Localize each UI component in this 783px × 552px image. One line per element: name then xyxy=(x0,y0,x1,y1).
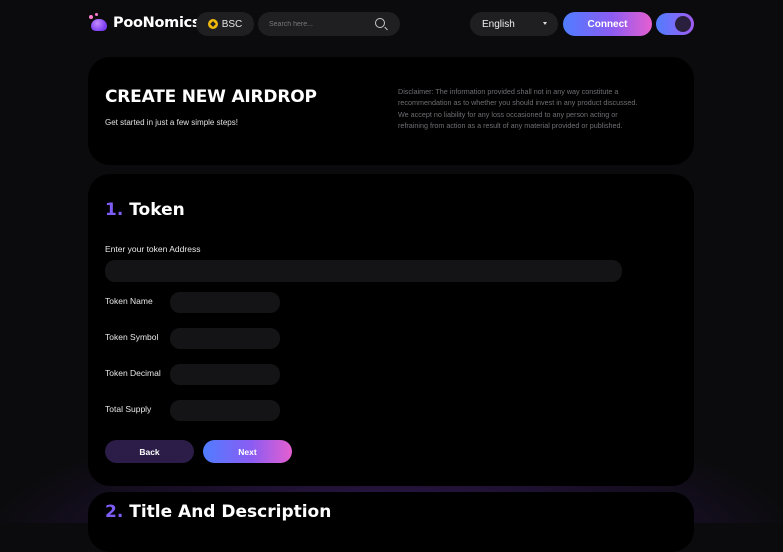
page-title: CREATE NEW AIRDROP xyxy=(105,87,317,107)
step-label: Token xyxy=(129,200,185,220)
next-button[interactable]: Next xyxy=(203,440,292,463)
connect-button[interactable]: Connect xyxy=(563,12,652,36)
token-name-input[interactable] xyxy=(170,292,280,313)
step-number: 1. xyxy=(105,200,124,220)
toggle-knob xyxy=(675,16,691,32)
chain-label: BSC xyxy=(221,18,243,30)
total-supply-label: Total Supply xyxy=(105,404,152,414)
total-supply-input[interactable] xyxy=(170,400,280,421)
language-selector[interactable]: English xyxy=(470,12,558,36)
search-box[interactable] xyxy=(258,12,400,36)
token-step-panel: 1. Token Enter your token Address Token … xyxy=(88,174,694,486)
search-icon[interactable] xyxy=(375,18,385,28)
theme-toggle[interactable] xyxy=(656,13,694,35)
intro-panel: CREATE NEW AIRDROP Get started in just a… xyxy=(88,57,694,165)
page-subtitle: Get started in just a few simple steps! xyxy=(105,118,238,127)
title-step-panel: 2. Title And Description xyxy=(88,492,694,552)
token-address-label: Enter your token Address xyxy=(105,244,201,254)
token-address-input[interactable] xyxy=(105,260,622,282)
chain-selector[interactable]: BSC xyxy=(196,12,254,36)
brand-name: PooNomics xyxy=(113,15,201,31)
token-decimal-input[interactable] xyxy=(170,364,280,385)
token-symbol-input[interactable] xyxy=(170,328,280,349)
token-symbol-label: Token Symbol xyxy=(105,332,159,342)
brand-logo[interactable]: PooNomics xyxy=(89,13,201,33)
poonomics-logo-icon xyxy=(89,13,109,33)
language-label: English xyxy=(482,18,515,30)
step-number: 2. xyxy=(105,502,124,522)
search-input[interactable] xyxy=(267,19,371,29)
caret-down-icon xyxy=(543,22,547,25)
step-title-token: 1. Token xyxy=(105,200,185,220)
disclaimer-text: Disclaimer: The information provided sha… xyxy=(398,87,638,130)
token-decimal-label: Token Decimal xyxy=(105,368,161,378)
token-name-label: Token Name xyxy=(105,296,153,306)
step-label: Title And Description xyxy=(129,502,332,522)
back-button[interactable]: Back xyxy=(105,440,194,463)
step-title-description: 2. Title And Description xyxy=(105,502,331,522)
bnb-icon xyxy=(207,19,218,29)
